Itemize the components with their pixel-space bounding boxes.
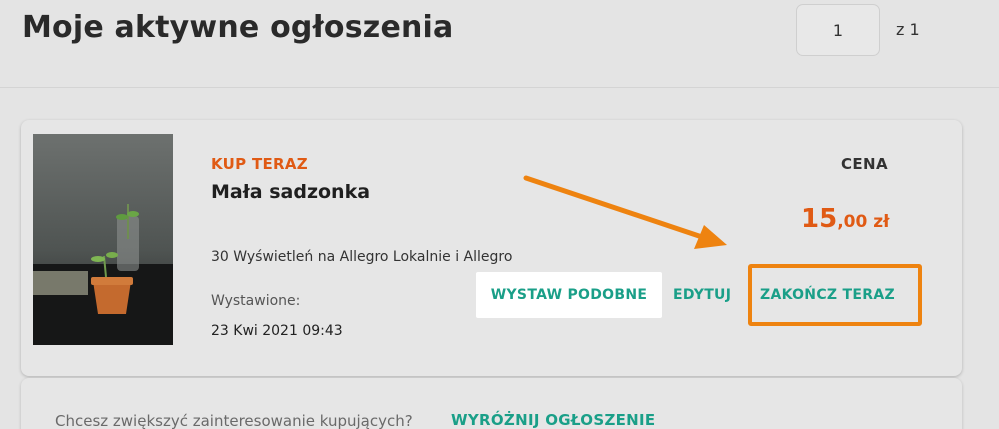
listing-title[interactable]: Mała sadzonka xyxy=(211,181,370,203)
plant-photo-icon xyxy=(33,134,173,345)
price-value: 15,00 zł xyxy=(801,204,889,234)
page-header: Moje aktywne ogłoszenia z 1 xyxy=(0,0,999,88)
buy-now-badge: KUP TERAZ xyxy=(211,155,308,173)
promo-text: Chcesz zwiększyć zainteresowanie kupując… xyxy=(55,412,413,429)
page-total-label: z 1 xyxy=(896,20,920,39)
listed-date: 23 Kwi 2021 09:43 xyxy=(211,323,343,339)
feature-listing-link[interactable]: WYRÓŻNIJ OGŁOSZENIE xyxy=(451,411,655,429)
listed-label: Wystawione: xyxy=(211,293,301,309)
listing-card: KUP TERAZ Mała sadzonka 30 Wyświetleń na… xyxy=(21,120,962,376)
list-similar-button[interactable]: WYSTAW PODOBNE xyxy=(476,272,662,318)
price-label: CENA xyxy=(841,155,889,173)
page-number-input[interactable] xyxy=(796,4,880,56)
listing-thumbnail[interactable] xyxy=(33,134,173,345)
end-now-highlight xyxy=(748,264,922,326)
views-count: 30 Wyświetleń na Allegro Lokalnie i Alle… xyxy=(211,249,513,265)
price-main: 15 xyxy=(801,204,838,234)
edit-button[interactable]: EDYTUJ xyxy=(673,280,731,310)
page-title: Moje aktywne ogłoszenia xyxy=(22,10,454,45)
promo-card: Chcesz zwiększyć zainteresowanie kupując… xyxy=(21,378,962,429)
price-fraction: ,00 zł xyxy=(837,212,890,232)
